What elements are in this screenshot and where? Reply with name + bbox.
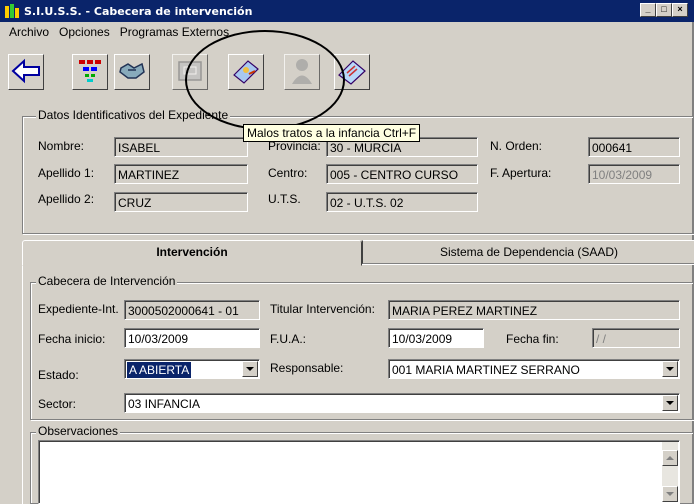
report-icon [176,58,204,87]
fecha-inicio-label: Fecha inicio: [38,332,106,346]
norden-field[interactable]: 000641 [588,137,680,157]
fecha-inicio-input[interactable]: 10/03/2009 [124,328,260,348]
fapertura-label: F. Apertura: [490,166,552,180]
tooltip: Malos tratos a la infancia Ctrl+F [243,124,421,142]
apellido1-field[interactable]: MARTINEZ [114,164,248,184]
back-button[interactable] [8,54,44,90]
org-chart-button[interactable] [72,54,108,90]
menu-bar: Archivo Opciones Programas Externos [0,22,694,42]
back-arrow-icon [11,58,41,87]
nombre-label: Nombre: [38,139,85,153]
expediente-int-field[interactable]: 3000502000641 - 01 [124,300,260,320]
app-logo-icon [4,3,20,19]
chevron-down-icon[interactable] [662,361,678,377]
apellido2-field[interactable]: CRUZ [114,192,248,212]
expediente-group-label: Datos Identificativos del Expediente [36,108,231,122]
fapertura-field[interactable]: 10/03/2009 [588,164,680,184]
sector-value: 03 INFANCIA [128,397,201,411]
cabecera-group-label: Cabecera de Intervención [36,274,178,288]
tab-strip: Intervención Sistema de Dependencia (SAA… [22,240,694,266]
child-abuse-icon [231,57,261,88]
person-button[interactable] [284,54,320,90]
scroll-up-icon[interactable] [662,450,678,466]
window-title: S.I.U.S.S. - Cabecera de intervención [24,4,253,18]
menu-opciones[interactable]: Opciones [54,25,115,39]
apellido1-label: Apellido 1: [38,166,95,180]
chevron-down-icon[interactable] [242,361,258,377]
menu-archivo[interactable]: Archivo [4,25,54,39]
person-silhouette-icon [289,57,315,88]
app-window: S.I.U.S.S. - Cabecera de intervención _ … [0,0,694,504]
apellido2-label: Apellido 2: [38,192,95,206]
estado-select[interactable]: A ABIERTA [124,359,260,379]
fecha-fin-field[interactable]: / / [592,328,680,348]
uts-label: U.T.S. [268,192,301,206]
fecha-fin-label: Fecha fin: [506,332,559,346]
card-button[interactable] [334,54,370,90]
title-bar[interactable]: S.I.U.S.S. - Cabecera de intervención _ … [0,0,694,22]
observaciones-textarea[interactable] [38,440,680,504]
child-abuse-button[interactable] [228,54,264,90]
observaciones-label: Observaciones [36,424,121,438]
titular-field[interactable]: MARIA PEREZ MARTINEZ [388,300,680,320]
centro-field[interactable]: 005 - CENTRO CURSO [326,164,478,184]
menu-programas-externos[interactable]: Programas Externos [115,25,234,39]
tab-saad[interactable]: Sistema de Dependencia (SAAD) [362,240,694,264]
responsable-value: 001 MARIA MARTINEZ SERRANO [392,363,580,377]
expediente-int-label: Expediente-Int. [38,302,119,316]
handshake-icon [118,58,146,87]
maximize-button[interactable]: □ [656,3,672,17]
norden-label: N. Orden: [490,139,543,153]
responsable-label: Responsable: [270,361,344,375]
fua-input[interactable]: 10/03/2009 [388,328,484,348]
handshake-button[interactable] [114,54,150,90]
report-button[interactable] [172,54,208,90]
org-chart-icon [76,58,104,87]
nombre-field[interactable]: ISABEL [114,137,248,157]
sector-label: Sector: [38,397,77,411]
titular-label: Titular Intervención: [270,302,375,316]
responsable-select[interactable]: 001 MARIA MARTINEZ SERRANO [388,359,680,379]
centro-label: Centro: [268,166,308,180]
chevron-down-icon[interactable] [662,395,678,411]
close-button[interactable]: × [672,3,688,17]
estado-value: A ABIERTA [127,362,192,378]
vertical-scrollbar[interactable] [662,442,678,502]
fua-label: F.U.A.: [270,332,307,346]
sector-select[interactable]: 03 INFANCIA [124,393,680,413]
estado-label: Estado: [38,368,79,382]
toolbar [0,44,694,104]
tab-intervencion[interactable]: Intervención [22,240,362,266]
uts-field[interactable]: 02 - U.T.S. 02 [326,192,478,212]
card-icon [337,57,367,88]
scroll-down-icon[interactable] [662,486,678,502]
minimize-button[interactable]: _ [640,3,656,17]
